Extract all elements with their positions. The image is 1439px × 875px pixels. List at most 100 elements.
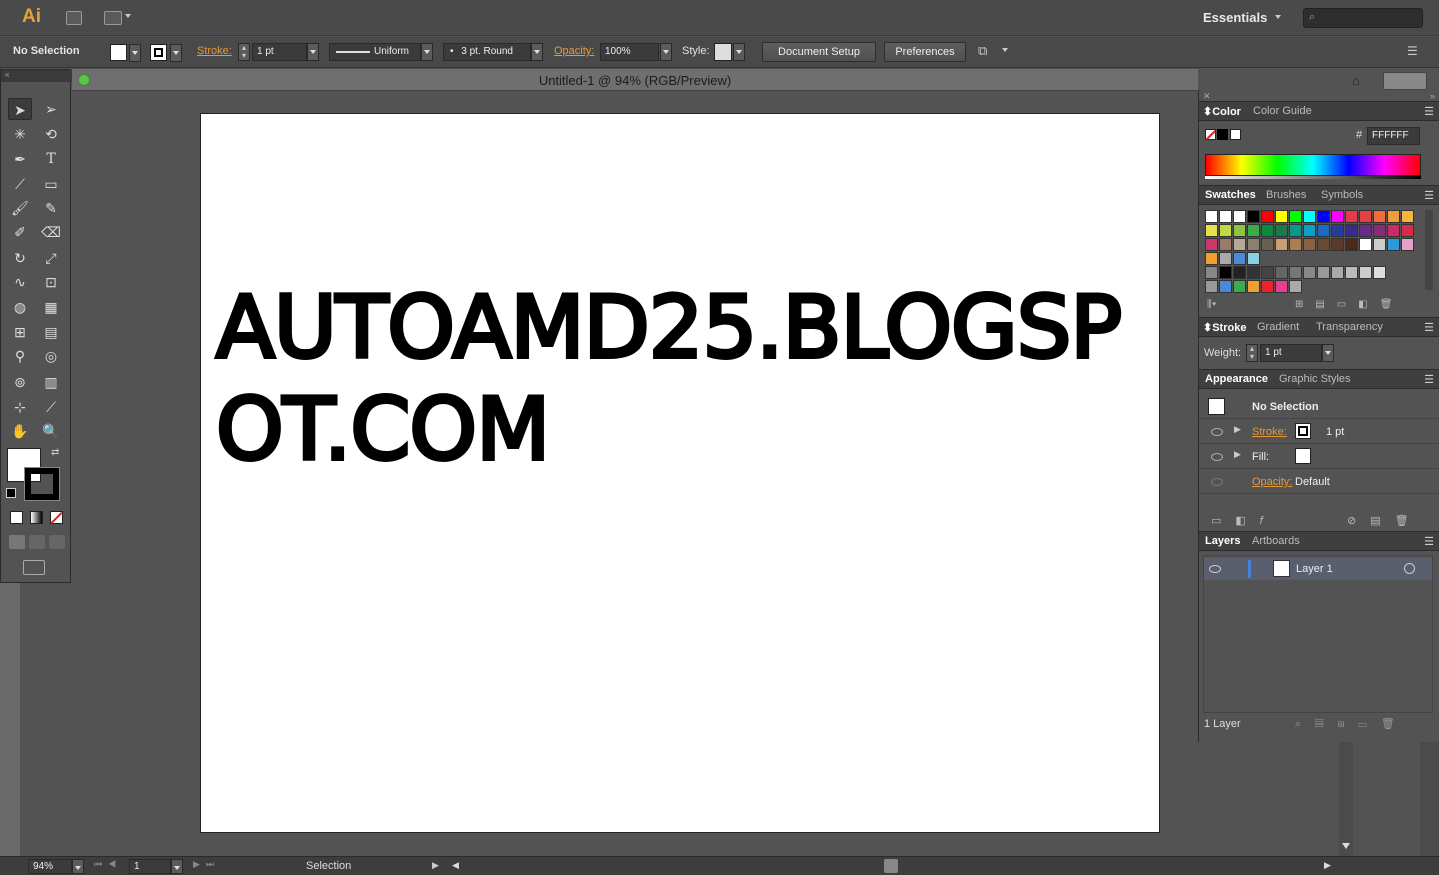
lasso-tool-icon[interactable]: ⟲ [39, 123, 63, 145]
layer-name[interactable]: Layer 1 [1296, 563, 1333, 575]
gradient-mode-icon[interactable] [30, 511, 43, 524]
swatch[interactable] [1401, 224, 1414, 237]
expand-triangle-icon[interactable]: ▶ [1234, 449, 1241, 460]
swatch[interactable] [1275, 210, 1288, 223]
swatch[interactable] [1233, 280, 1246, 293]
swap-colors-icon[interactable]: ⇄ [51, 447, 59, 458]
swatch-grid[interactable] [1205, 210, 1417, 300]
draw-inside-icon[interactable] [49, 535, 65, 549]
symbol-sprayer-tool-icon[interactable]: ⊚ [8, 371, 32, 393]
fill-swatch[interactable] [110, 44, 127, 61]
panel-menu-icon[interactable]: ☰ [1424, 373, 1434, 386]
swatch[interactable] [1373, 224, 1386, 237]
swatch[interactable] [1261, 266, 1274, 279]
eyedropper-tool-icon[interactable]: ⚲ [8, 345, 32, 367]
variable-width-profile[interactable]: Uniform [329, 43, 421, 61]
appearance-opacity-label[interactable]: Opacity: [1252, 476, 1292, 488]
swatch[interactable] [1247, 266, 1260, 279]
zoom-dropdown[interactable] [72, 859, 84, 874]
collapse-panels-icon[interactable]: » [1430, 91, 1435, 101]
profile-dropdown[interactable] [421, 43, 433, 61]
rectangle-tool-icon[interactable]: ▭ [39, 173, 63, 195]
panel-scrollbar[interactable] [1420, 742, 1439, 856]
artboard-number-field[interactable]: 1 [129, 859, 171, 874]
swatch[interactable] [1345, 238, 1358, 251]
swatch[interactable] [1247, 238, 1260, 251]
target-icon[interactable] [1404, 563, 1415, 574]
swatch[interactable] [1303, 224, 1316, 237]
free-transform-tool-icon[interactable]: ⊡ [39, 271, 63, 293]
opacity-dropdown[interactable] [660, 43, 672, 61]
document-setup-button[interactable]: Document Setup [762, 42, 876, 62]
arrange-icon[interactable]: ⧉ [978, 43, 987, 59]
swatch[interactable] [1219, 210, 1232, 223]
paintbrush-tool-icon[interactable]: 🖌 [8, 197, 32, 219]
swatch[interactable] [1205, 238, 1218, 251]
swatch[interactable] [1317, 238, 1330, 251]
pen-tool-icon[interactable]: ✒ [8, 148, 32, 170]
home-icon[interactable]: ⌂ [1352, 73, 1370, 89]
tab-brushes[interactable]: Brushes [1266, 189, 1306, 201]
swatch[interactable] [1205, 224, 1218, 237]
swatch[interactable] [1289, 266, 1302, 279]
swatch[interactable] [1289, 238, 1302, 251]
graphic-style-swatch[interactable] [714, 43, 732, 61]
default-colors-icon[interactable] [6, 488, 16, 498]
mesh-tool-icon[interactable]: ⊞ [8, 321, 32, 343]
swatch[interactable] [1331, 266, 1344, 279]
tab-transparency[interactable]: Transparency [1316, 321, 1383, 333]
blob-brush-tool-icon[interactable]: ✐ [8, 221, 32, 243]
eraser-tool-icon[interactable]: ⌫ [39, 221, 63, 243]
eye-icon[interactable] [1209, 565, 1221, 573]
opacity-label[interactable]: Opacity: [554, 45, 594, 57]
swatch[interactable] [1219, 266, 1232, 279]
tab-swatches[interactable]: Swatches [1205, 189, 1256, 201]
color-spectrum[interactable] [1205, 154, 1421, 176]
swatch[interactable] [1359, 266, 1372, 279]
status-menu-arrow-icon[interactable]: ▶ [432, 860, 439, 871]
swatch[interactable] [1247, 280, 1260, 293]
appearance-stroke-row[interactable]: ▶ Stroke: 1 pt [1199, 419, 1439, 444]
white-swatch[interactable] [1230, 129, 1241, 140]
swatch[interactable] [1233, 224, 1246, 237]
style-dropdown[interactable] [733, 43, 745, 61]
swatch[interactable] [1331, 238, 1344, 251]
swatch[interactable] [1317, 224, 1330, 237]
document-tab-bar[interactable]: Untitled-1 @ 94% (RGB/Preview) [72, 69, 1198, 91]
artboard-dropdown[interactable] [171, 859, 183, 874]
none-swatch[interactable] [1205, 129, 1216, 140]
swatch[interactable] [1219, 224, 1232, 237]
stroke-dropdown[interactable] [170, 44, 182, 62]
none-mode-icon[interactable] [50, 511, 63, 525]
stroke-label[interactable]: Stroke: [197, 45, 232, 57]
swatch[interactable] [1373, 238, 1386, 251]
rotate-tool-icon[interactable]: ↻ [8, 247, 32, 269]
tab-layers[interactable]: Layers [1205, 535, 1240, 547]
draw-behind-icon[interactable] [29, 535, 45, 549]
panel-menu-icon[interactable]: ☰ [1424, 189, 1434, 202]
collapse-icon[interactable]: « [1, 70, 72, 82]
swatch[interactable] [1345, 224, 1358, 237]
gradient-tool-icon[interactable]: ▤ [39, 321, 63, 343]
swatch[interactable] [1401, 210, 1414, 223]
sync-settings-icon[interactable] [1383, 72, 1427, 90]
tab-gradient[interactable]: Gradient [1257, 321, 1299, 333]
swatch[interactable] [1275, 266, 1288, 279]
arrange-documents-icon[interactable] [104, 11, 122, 25]
zoom-level-field[interactable]: 94% [28, 859, 72, 874]
perspective-grid-tool-icon[interactable]: ▦ [39, 296, 63, 318]
tab-color[interactable]: ⬍Color [1203, 105, 1241, 118]
tab-graphic-styles[interactable]: Graphic Styles [1279, 373, 1351, 385]
panel-menu-icon[interactable]: ☰ [1424, 105, 1434, 118]
weight-field[interactable]: 1 pt [1260, 344, 1322, 362]
weight-dropdown[interactable] [1322, 344, 1334, 362]
swatch[interactable] [1275, 238, 1288, 251]
bridge-icon[interactable] [66, 11, 82, 25]
brush-dropdown[interactable] [531, 43, 543, 61]
swatch[interactable] [1303, 238, 1316, 251]
clear-appearance-icon[interactable]: ⊘▤🗑 [1347, 514, 1423, 527]
appearance-actions-icon[interactable]: ▭◧𝑓 [1211, 514, 1277, 528]
workspace-switcher[interactable]: Essentials [1203, 10, 1267, 25]
horizontal-scroll-thumb[interactable] [884, 859, 898, 873]
direct-selection-tool-icon[interactable]: ➢ [39, 98, 63, 120]
